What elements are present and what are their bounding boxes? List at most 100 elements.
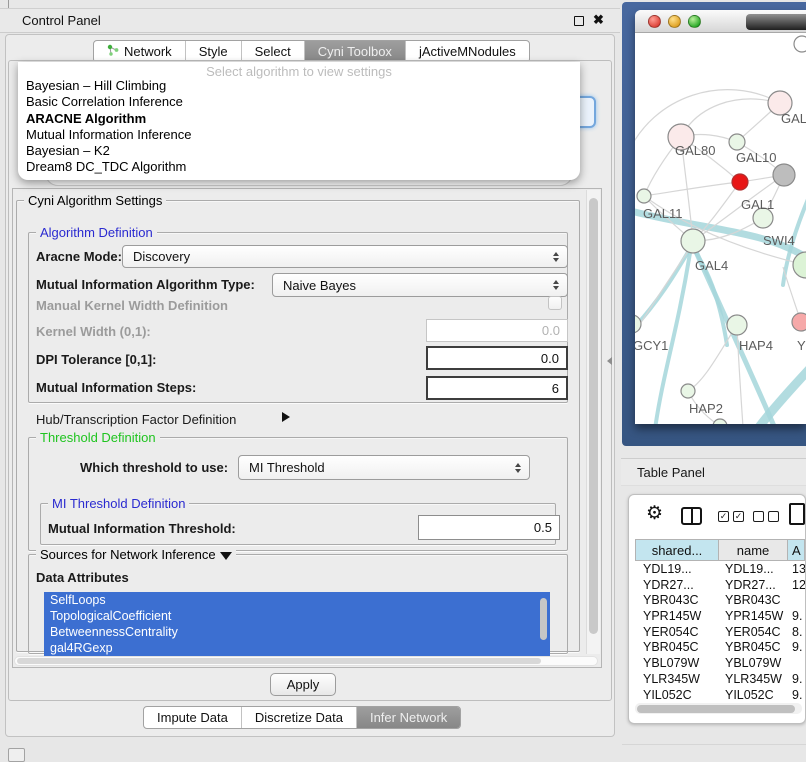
- network-canvas[interactable]: GALGAL80GAL10GAL1GAL11GAL4SWI4GCY1HAP4YH…: [635, 33, 806, 424]
- columns-icon[interactable]: [681, 507, 702, 525]
- kernel-width-value: 0.0: [542, 323, 560, 338]
- tab-infer-network[interactable]: Infer Network: [357, 707, 460, 728]
- table-row[interactable]: YDR27...YDR27...12: [635, 578, 805, 594]
- document-icon[interactable]: [789, 503, 805, 525]
- tab-jactivemnodules[interactable]: jActiveMNodules: [406, 41, 529, 62]
- table-cell: YER054C: [719, 625, 788, 641]
- floating-grip-icon[interactable]: [8, 748, 25, 762]
- zoom-traffic-light[interactable]: [688, 15, 701, 28]
- table-row[interactable]: YDL19...YDL19...13: [635, 562, 805, 578]
- mi-type-combo[interactable]: Naive Bayes: [272, 273, 568, 297]
- table-row[interactable]: YIL052CYIL052C9.: [635, 688, 805, 704]
- control-panel-titlebar: Control Panel ✖: [0, 8, 620, 33]
- node-label: SWI4: [763, 233, 795, 248]
- network-node[interactable]: [794, 36, 806, 52]
- panel-splitter-arrow[interactable]: [607, 357, 612, 365]
- network-node[interactable]: [732, 174, 748, 190]
- node-label: GAL11: [643, 206, 683, 221]
- table-cell: YIL052C: [635, 688, 719, 704]
- minimize-traffic-light[interactable]: [668, 15, 681, 28]
- network-node[interactable]: [727, 315, 747, 335]
- attribute-item[interactable]: BetweennessCentrality: [44, 624, 550, 640]
- which-threshold-combo[interactable]: MI Threshold: [238, 455, 530, 480]
- table-cell: YDL19...: [719, 562, 788, 578]
- settings-vertical-scrollbar[interactable]: [586, 190, 600, 654]
- manual-kernel-checkbox[interactable]: [548, 296, 562, 310]
- attribute-item[interactable]: TopologicalCoefficient: [44, 608, 550, 624]
- table-row[interactable]: YBR043CYBR043C: [635, 593, 805, 609]
- network-node[interactable]: [637, 189, 651, 203]
- network-window[interactable]: GALGAL80GAL10GAL1GAL11GAL4SWI4GCY1HAP4YH…: [635, 10, 806, 424]
- list-scrollbar-thumb[interactable]: [540, 598, 547, 640]
- algorithm-option[interactable]: Bayesian – K2: [18, 143, 580, 159]
- table-cell: YBR045C: [635, 640, 719, 656]
- mi-threshold-field[interactable]: 0.5: [418, 515, 560, 540]
- mi-steps-label: Mutual Information Steps:: [36, 380, 196, 395]
- mi-steps-field[interactable]: 6: [426, 376, 568, 400]
- column-header-name[interactable]: name: [719, 539, 788, 561]
- scrollbar-thumb[interactable]: [589, 198, 598, 634]
- algorithm-option[interactable]: Bayesian – Hill Climbing: [18, 78, 580, 94]
- network-node[interactable]: [635, 315, 641, 333]
- table-horizontal-scrollbar[interactable]: [635, 703, 802, 714]
- attribute-item[interactable]: SelfLoops: [44, 592, 550, 608]
- expander-collapsed-icon[interactable]: [282, 412, 290, 422]
- tab-cyni-toolbox[interactable]: Cyni Toolbox: [305, 41, 406, 62]
- hub-expander-label[interactable]: Hub/Transcription Factor Definition: [36, 412, 236, 427]
- algorithm-option[interactable]: Mutual Information Inference: [18, 127, 580, 143]
- network-node[interactable]: [681, 229, 705, 253]
- column-header-clipped[interactable]: A: [788, 539, 805, 561]
- settings-horizontal-scrollbar[interactable]: [14, 656, 598, 666]
- network-node[interactable]: [681, 384, 695, 398]
- table-window: ⚙ ✓✓ shared... name A YDL19...YDL19...13…: [628, 494, 806, 724]
- apply-button[interactable]: Apply: [270, 673, 336, 696]
- attribute-item[interactable]: gal4RGexp: [44, 640, 550, 656]
- table-row[interactable]: YBR045CYBR045C9.: [635, 640, 805, 656]
- network-node[interactable]: [713, 419, 727, 424]
- table-header: shared... name A: [635, 539, 805, 561]
- tab-select[interactable]: Select: [242, 41, 305, 62]
- tab-network[interactable]: Network: [94, 41, 186, 62]
- table-row[interactable]: YER054CYER054C8.: [635, 625, 805, 641]
- table-row[interactable]: YBL079WYBL079W: [635, 656, 805, 672]
- float-window-icon[interactable]: [574, 16, 584, 26]
- table-row[interactable]: YPR145WYPR145W9.: [635, 609, 805, 625]
- network-window-titlebar[interactable]: [635, 10, 806, 33]
- select-all-checkboxes-icon[interactable]: ✓✓: [718, 511, 744, 522]
- deselect-all-checkboxes-icon[interactable]: [753, 511, 779, 522]
- network-node[interactable]: [792, 313, 806, 331]
- dropdown-placeholder: Select algorithm to view settings: [18, 62, 580, 78]
- tab-label: Impute Data: [157, 707, 228, 728]
- table-cell: YPR145W: [635, 609, 719, 625]
- algorithm-option[interactable]: Basic Correlation Inference: [18, 94, 580, 110]
- algorithm-option[interactable]: ARACNE Algorithm: [18, 111, 580, 127]
- table-panel-title: Table Panel: [637, 465, 705, 480]
- mi-type-value: Naive Bayes: [283, 278, 548, 293]
- network-node[interactable]: [729, 134, 745, 150]
- mi-threshold-value: 0.5: [534, 520, 552, 535]
- close-icon[interactable]: ✖: [593, 12, 604, 28]
- kernel-width-field[interactable]: 0.0: [426, 319, 568, 342]
- gear-icon[interactable]: ⚙: [646, 504, 663, 523]
- column-header-shared-name[interactable]: shared...: [635, 539, 719, 561]
- network-node[interactable]: [793, 252, 806, 278]
- node-label: GAL80: [675, 143, 715, 158]
- scrollbar-thumb[interactable]: [17, 658, 541, 664]
- table-cell: [788, 656, 805, 672]
- tab-label: Style: [199, 41, 228, 62]
- aracne-mode-combo[interactable]: Discovery: [122, 245, 568, 268]
- tab-impute-data[interactable]: Impute Data: [144, 707, 242, 728]
- expander-expanded-icon[interactable]: [220, 552, 232, 560]
- network-node[interactable]: [773, 164, 795, 186]
- close-traffic-light[interactable]: [648, 15, 661, 28]
- table-row[interactable]: YLR345WYLR345W9.: [635, 672, 805, 688]
- dpi-tolerance-field[interactable]: 0.0: [426, 346, 568, 370]
- which-threshold-value: MI Threshold: [249, 460, 510, 475]
- tab-label: Infer Network: [370, 707, 447, 728]
- scrollbar-thumb[interactable]: [637, 705, 795, 713]
- algorithm-option[interactable]: Dream8 DC_TDC Algorithm: [18, 159, 580, 175]
- tab-discretize-data[interactable]: Discretize Data: [242, 707, 357, 728]
- tab-style[interactable]: Style: [186, 41, 242, 62]
- sources-group-title: Sources for Network Inference: [36, 547, 236, 562]
- app-root: Control Panel ✖ Network Style Select Cyn…: [0, 0, 806, 762]
